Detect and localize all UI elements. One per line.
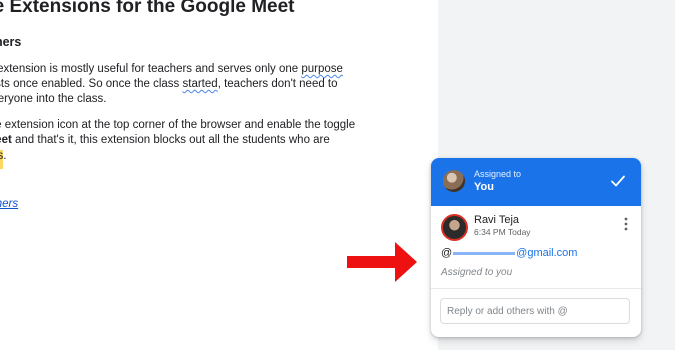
bold-text: e Meet [0, 134, 12, 146]
comment-timestamp: 6:34 PM Today [474, 227, 531, 237]
author-name: Ravi Teja [474, 214, 520, 226]
assigned-to-label: Assigned to [474, 169, 522, 179]
document-link[interactable]: chers [0, 198, 18, 210]
mention-prefix: @ [441, 247, 453, 259]
paragraph-2-line-3: class. [0, 148, 355, 169]
text-run: this extension is mostly useful for teac… [0, 63, 302, 75]
more-vert-icon[interactable] [621, 216, 631, 232]
paragraph-1-line-1: this extension is mostly useful for teac… [0, 62, 343, 77]
mention-domain[interactable]: @gmail.com [516, 247, 577, 259]
paragraph-1-line-3: g everyone into the class. [0, 93, 107, 105]
avatar [441, 214, 468, 241]
comment-body: Ravi Teja 6:34 PM Today @ @gmail.com Assi… [431, 206, 641, 289]
redacted-email [453, 251, 516, 255]
paragraph-2-line-1: n the extension icon at the top corner o… [0, 119, 356, 131]
paragraph-2-line-2: e Meet and that's it, this extension blo… [0, 133, 355, 148]
spellcheck-word[interactable]: purpose [301, 63, 343, 75]
assignee-avatar [443, 170, 465, 192]
mention-text: @ @gmail.com [441, 247, 577, 259]
text-run: . [3, 150, 7, 162]
text-run: , teachers don't need to [217, 78, 338, 90]
reply-input[interactable] [440, 298, 630, 324]
text-run: quests once enabled. So once the class [0, 78, 180, 90]
assigned-note: Assigned to you [441, 267, 513, 278]
assignment-header: Assigned to You [431, 158, 641, 206]
assignee-name: You [474, 181, 494, 193]
paragraph-1: this extension is mostly useful for teac… [0, 62, 343, 107]
paragraph-2: n the extension icon at the top corner o… [0, 118, 356, 169]
comment-card[interactable]: Assigned to You Ravi Teja 6:34 PM Today … [431, 158, 641, 337]
text-run: and that's it, this extension blocks out… [11, 134, 330, 146]
document-heading: ne Extensions for the Google Meet [0, 0, 295, 17]
paragraph-1-line-2: quests once enabled. So once the class s… [0, 77, 343, 92]
red-arrow-annotation [347, 242, 417, 282]
check-icon[interactable] [609, 172, 627, 190]
document-subheading: chers [0, 35, 22, 49]
spellcheck-word[interactable]: started [183, 78, 218, 90]
document-page: ne Extensions for the Google Meet chers … [0, 0, 438, 350]
